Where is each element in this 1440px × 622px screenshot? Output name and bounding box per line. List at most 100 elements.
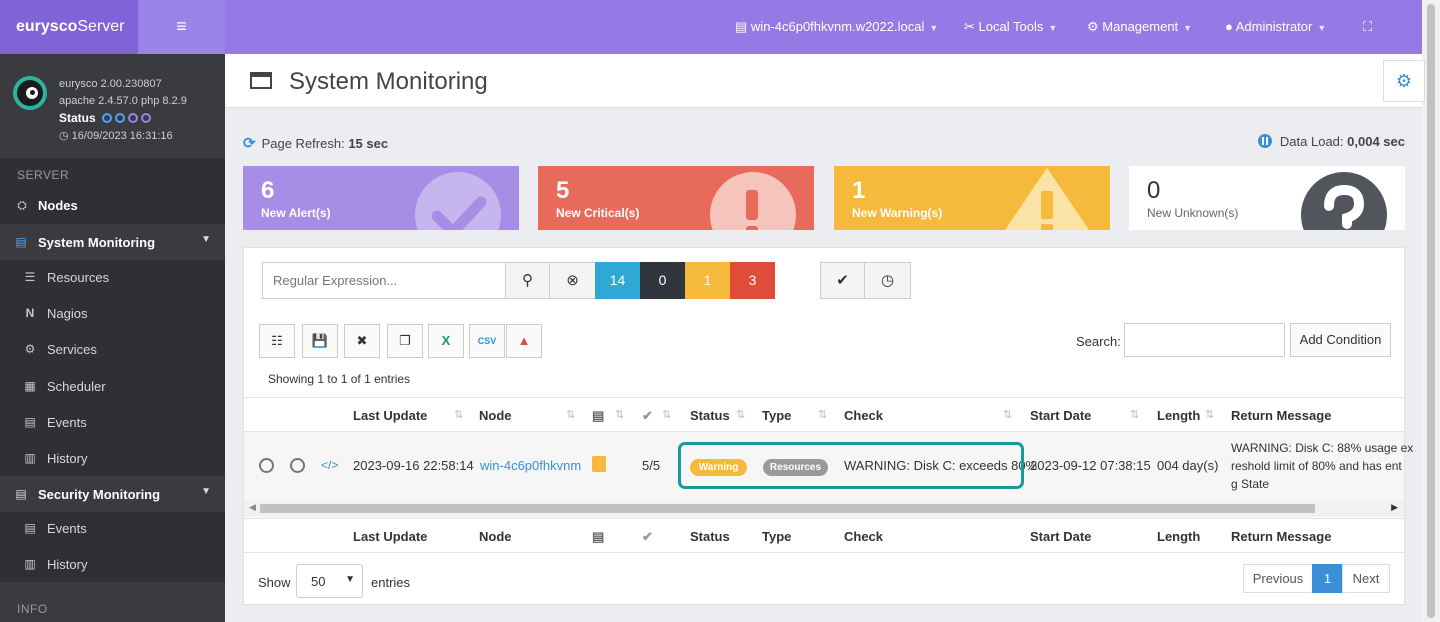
- csv-export-icon[interactable]: CSV: [469, 324, 505, 358]
- col-check: Check: [844, 529, 884, 544]
- col-status: Status: [690, 529, 730, 544]
- col-last-update[interactable]: Last Update: [353, 408, 427, 423]
- page-1-button[interactable]: 1: [1312, 564, 1343, 593]
- sort-icon[interactable]: ⇅: [615, 408, 624, 421]
- timestamp: 16/09/2023 16:31:16: [71, 130, 173, 142]
- sort-icon[interactable]: ⇅: [1130, 408, 1139, 421]
- page-size-select[interactable]: 50 ▼: [296, 564, 363, 598]
- page-title: System Monitoring: [289, 68, 488, 95]
- sidebar-item-security-history[interactable]: ▥ History: [0, 546, 225, 582]
- sort-icon[interactable]: ⇅: [1003, 408, 1012, 421]
- sort-icon[interactable]: ⇅: [736, 408, 745, 421]
- local-tools-menu[interactable]: ✂ Local Tools ▼: [964, 19, 1057, 35]
- clock-icon[interactable]: [290, 458, 305, 473]
- sidebar-item-resources[interactable]: ☰ Resources: [0, 259, 225, 295]
- code-icon[interactable]: </>: [321, 458, 338, 472]
- highlight-box: [678, 442, 1024, 489]
- management-menu[interactable]: ⚙ Management ▼: [1087, 19, 1192, 35]
- main-content: System Monitoring ⚙ ⟳ Page Refresh: 15 se…: [225, 54, 1425, 622]
- search-input[interactable]: [1124, 323, 1285, 357]
- settings-gear-button[interactable]: ⚙: [1383, 60, 1425, 102]
- node-link[interactable]: win-4c6p0fhkvnm: [480, 458, 581, 473]
- topbar: ▤ win-4c6p0fhkvnm.w2022.local ▼ ✂ Local T…: [225, 0, 1422, 54]
- sidebar-item-events[interactable]: ▤ Events: [0, 404, 225, 440]
- sidebar-item-security-events[interactable]: ▤ Events: [0, 510, 225, 546]
- clear-icon[interactable]: ⊗: [549, 262, 596, 299]
- host-menu[interactable]: ▤ win-4c6p0fhkvnm.w2022.local ▼: [735, 19, 938, 35]
- menu-toggle-icon[interactable]: ≡: [138, 0, 225, 54]
- col-start-date[interactable]: Start Date: [1030, 408, 1091, 423]
- monitor-icon: ▤: [15, 487, 27, 501]
- sidebar-item-nodes[interactable]: ⛭ Nodes: [0, 187, 225, 223]
- sort-icon[interactable]: ⇅: [1205, 408, 1214, 421]
- brand-logo[interactable]: euryscoServer: [0, 0, 138, 54]
- refresh-icon[interactable]: ⟳: [243, 135, 256, 152]
- sort-icon[interactable]: ⇅: [454, 408, 463, 421]
- acknowledge-all-icon[interactable]: ✔: [820, 262, 865, 299]
- sidebar-item-services[interactable]: ⚙ Services: [0, 331, 225, 367]
- previous-button[interactable]: Previous: [1243, 564, 1313, 593]
- return-message-line-2: reshold limit of 80% and has ent: [1231, 459, 1402, 473]
- sidebar-item-scheduler[interactable]: ▦ Scheduler: [0, 368, 225, 404]
- stat-new-alerts[interactable]: 6 New Alert(s): [243, 166, 519, 230]
- count-dark[interactable]: 0: [640, 262, 685, 299]
- sort-icon[interactable]: ⇅: [662, 408, 671, 421]
- regex-input[interactable]: [262, 262, 506, 299]
- alerts-panel: ⚲ ⊗ 14 0 1 3 ✔ ◷ ☷ 💾 ✖ ❐ X CSV ▲ Search:…: [243, 247, 1413, 605]
- exclamation-icon: [710, 172, 796, 230]
- add-condition-button[interactable]: Add Condition: [1290, 323, 1391, 357]
- count-critical[interactable]: 3: [730, 262, 775, 299]
- monitor-icon: ▤: [592, 408, 605, 423]
- excel-export-icon[interactable]: X: [428, 324, 464, 358]
- book-icon: ▥: [24, 451, 36, 465]
- pause-icon[interactable]: [1257, 134, 1272, 148]
- list-check-icon[interactable]: ☷: [259, 324, 295, 358]
- avatar: [13, 76, 47, 110]
- clock-icon: ◷: [59, 130, 69, 142]
- table-horizontal-scrollbar[interactable]: ◀ ▶: [244, 500, 1404, 517]
- section-server: SERVER: [17, 168, 70, 182]
- stat-new-unknowns[interactable]: 0 New Unknown(s): [1129, 166, 1405, 230]
- copy-icon[interactable]: ❐: [387, 324, 423, 358]
- tools-icon: ✂: [964, 19, 975, 34]
- schedule-all-icon[interactable]: ◷: [864, 262, 911, 299]
- col-start-date: Start Date: [1030, 529, 1092, 544]
- next-button[interactable]: Next: [1342, 564, 1390, 593]
- sidebar-item-nagios[interactable]: N Nagios: [0, 295, 225, 331]
- list-icon: ▤: [24, 415, 36, 429]
- user-icon: ●: [1225, 19, 1233, 34]
- search-icon[interactable]: ⚲: [505, 262, 550, 299]
- sidebar-info-band: INFO: [0, 582, 225, 622]
- sidebar-group-security-monitoring[interactable]: ▤ Security Monitoring ▼: [0, 476, 225, 512]
- stat-new-criticals[interactable]: 5 New Critical(s): [538, 166, 814, 230]
- stat-new-warnings[interactable]: 1 New Warning(s): [834, 166, 1110, 230]
- col-type[interactable]: Type: [762, 408, 791, 423]
- attempts-value: 5/5: [642, 458, 661, 473]
- sort-icon[interactable]: ⇅: [566, 408, 575, 421]
- last-update-value: 2023-09-16 22:58:14: [353, 458, 474, 473]
- col-return-message[interactable]: Return Message: [1231, 408, 1331, 423]
- sidebar-item-history[interactable]: ▥ History: [0, 440, 225, 476]
- check-double-icon: ✔: [642, 529, 653, 544]
- sort-icon[interactable]: ⇅: [818, 408, 827, 421]
- caret-down-icon: ▼: [1183, 23, 1193, 33]
- count-warning[interactable]: 1: [685, 262, 730, 299]
- acknowledge-icon[interactable]: [259, 458, 274, 473]
- col-check[interactable]: Check: [844, 408, 883, 423]
- page-header: System Monitoring ⚙: [225, 54, 1425, 108]
- col-status[interactable]: Status: [690, 408, 730, 423]
- col-length: Length: [1157, 529, 1201, 544]
- caret-down-icon: ▼: [1048, 23, 1058, 33]
- save-delete-icon[interactable]: ✖: [344, 324, 380, 358]
- col-length[interactable]: Length: [1157, 408, 1200, 423]
- fullscreen-icon[interactable]: ⛶: [1363, 19, 1372, 35]
- sidebar-group-system-monitoring[interactable]: ▤ System Monitoring ▼: [0, 224, 225, 260]
- count-total[interactable]: 14: [595, 262, 640, 299]
- monitor-icon: ▤: [15, 235, 27, 249]
- save-check-icon[interactable]: 💾: [302, 324, 338, 358]
- server-status-icon: [592, 456, 606, 472]
- col-node: Node: [479, 529, 512, 544]
- pdf-export-icon[interactable]: ▲: [506, 324, 542, 358]
- col-node[interactable]: Node: [479, 408, 512, 423]
- user-menu[interactable]: ● Administrator ▼: [1225, 19, 1326, 34]
